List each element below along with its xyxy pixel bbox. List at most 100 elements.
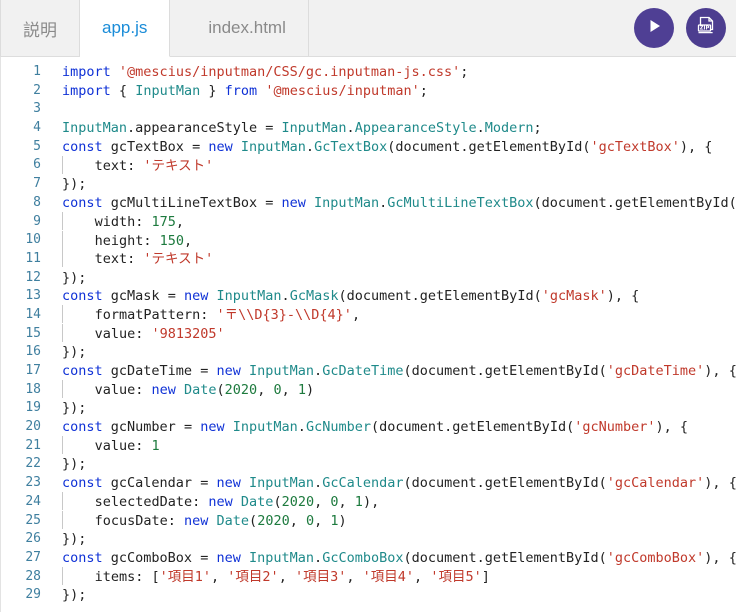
code-text: focusDate: new Date(2020, 0, 1) — [47, 511, 736, 531]
line-number: 20 — [25, 419, 41, 435]
code-line: 15 value: '9813205' — [1, 324, 736, 344]
code-text: const gcTextBox = new InputMan.GcTextBox… — [62, 138, 713, 155]
code-text: items: ['項目1', '項目2', '項目3', '項目4', '項目5… — [47, 567, 736, 587]
code-line: 22}); — [1, 455, 736, 474]
tabbar-spacer — [309, 0, 634, 56]
line-number: 4 — [33, 120, 41, 136]
code-text: const gcMask = new InputMan.GcMask(docum… — [62, 288, 640, 305]
line-number: 2 — [33, 82, 41, 98]
code-text: value: 1 — [47, 436, 736, 456]
play-icon — [644, 16, 664, 41]
line-number: 14 — [25, 306, 41, 322]
line-number: 13 — [25, 288, 41, 304]
code-line: 2 import { InputMan } from '@mescius/inpu… — [1, 82, 736, 101]
svg-text:ZIP: ZIP — [700, 25, 710, 31]
code-editor[interactable]: 1 import '@mescius/inputman/CSS/gc.inputm… — [0, 57, 736, 612]
code-line: 18 value: new Date(2020, 0, 1) — [1, 380, 736, 400]
code-text: }); — [62, 269, 87, 286]
code-text: }); — [62, 176, 87, 193]
code-line: 10 height: 150, — [1, 230, 736, 251]
tab-app-js[interactable]: app.js — [80, 0, 171, 57]
run-button[interactable] — [634, 8, 674, 48]
zip-download-icon: ZIP — [694, 14, 718, 43]
code-text: }); — [62, 531, 87, 548]
line-number: 3 — [33, 101, 41, 117]
code-line: 25 focusDate: new Date(2020, 0, 1) — [1, 511, 736, 531]
line-number: 12 — [25, 269, 41, 285]
code-text: const gcNumber = new InputMan.GcNumber(d… — [62, 419, 689, 436]
code-line: 8 const gcMultiLineTextBox = new InputMan… — [1, 194, 736, 213]
line-number: 23 — [25, 475, 41, 491]
code-text: import { InputMan } from '@mescius/input… — [62, 82, 428, 99]
line-number: 9 — [33, 213, 41, 229]
code-text: value: new Date(2020, 0, 1) — [47, 380, 736, 400]
line-number: 8 — [33, 194, 41, 210]
line-number: 10 — [25, 232, 41, 248]
code-text: text: 'テキスト' — [47, 155, 736, 176]
download-zip-button[interactable]: ZIP — [686, 8, 726, 48]
line-number: 28 — [25, 568, 41, 584]
line-number: 5 — [33, 138, 41, 154]
code-line: 14 formatPattern: '〒\\D{3}-\\D{4}', — [1, 305, 736, 325]
code-line: 12}); — [1, 269, 736, 288]
code-line: 24 selectedDate: new Date(2020, 0, 1), — [1, 492, 736, 512]
tab-index-html[interactable]: index.html — [170, 0, 309, 56]
code-text: const gcCalendar = new InputMan.GcCalend… — [62, 475, 736, 492]
tab-description[interactable]: 説明 — [0, 0, 80, 56]
line-number: 19 — [25, 400, 41, 416]
code-line: 16}); — [1, 343, 736, 362]
tab-description-label: 説明 — [23, 20, 57, 40]
code-text: const gcDateTime = new InputMan.GcDateTi… — [62, 363, 736, 379]
code-text: }); — [62, 344, 87, 361]
line-number: 21 — [25, 437, 41, 453]
line-number: 11 — [25, 250, 41, 266]
line-number: 22 — [25, 456, 41, 472]
code-line: 20 const gcNumber = new InputMan.GcNumber… — [1, 418, 736, 437]
tabbar-actions: ZIP — [634, 0, 736, 56]
code-lines: 1 import '@mescius/inputman/CSS/gc.inputm… — [1, 57, 736, 605]
code-text: formatPattern: '〒\\D{3}-\\D{4}', — [47, 305, 736, 325]
code-line: 27 const gcComboBox = new InputMan.GcComb… — [1, 549, 736, 568]
code-text: }); — [62, 587, 87, 604]
line-number: 15 — [25, 325, 41, 341]
line-number: 1 — [33, 64, 41, 79]
code-text: const gcComboBox = new InputMan.GcComboB… — [62, 549, 736, 566]
code-line: 3 — [1, 100, 736, 119]
code-line: 9 width: 175, — [1, 212, 736, 232]
line-number: 6 — [33, 157, 41, 173]
code-text: }); — [62, 400, 87, 417]
line-number: 18 — [25, 381, 41, 397]
code-line: 7}); — [1, 175, 736, 194]
line-number: 16 — [25, 344, 41, 360]
tab-index-html-label: index.html — [208, 18, 286, 37]
code-text: selectedDate: new Date(2020, 0, 1), — [47, 492, 736, 512]
code-text: }); — [62, 456, 87, 473]
line-number: 7 — [33, 176, 41, 192]
code-line: 28 items: ['項目1', '項目2', '項目3', '項目4', '… — [1, 567, 736, 587]
code-line: 21 value: 1 — [1, 436, 736, 456]
code-line: 13 const gcMask = new InputMan.GcMask(doc… — [1, 287, 736, 306]
code-line: 26}); — [1, 530, 736, 549]
code-text: width: 175, — [47, 212, 736, 232]
code-line: 19}); — [1, 399, 736, 418]
code-text: height: 150, — [47, 230, 736, 251]
code-line: 17 const gcDateTime = new InputMan.GcDate… — [1, 362, 736, 381]
line-number: 26 — [25, 531, 41, 547]
code-text: text: 'テキスト' — [47, 249, 736, 269]
code-line: 23 const gcCalendar = new InputMan.GcCale… — [1, 474, 736, 493]
line-number: 24 — [25, 493, 41, 509]
code-line: 6 text: 'テキスト' — [1, 155, 736, 176]
code-text: InputMan.appearanceStyle = InputMan.Appe… — [62, 120, 542, 137]
code-text: const gcMultiLineTextBox = new InputMan.… — [62, 194, 736, 211]
code-line: 4 InputMan.appearanceStyle = InputMan.App… — [1, 119, 736, 138]
editor-tabbar: 説明 app.js index.html ZIP — [0, 0, 736, 57]
line-number: 17 — [25, 363, 41, 378]
line-number: 29 — [25, 587, 41, 603]
tab-list: 説明 app.js index.html — [0, 0, 309, 57]
tab-app-js-label: app.js — [102, 18, 148, 37]
code-line: 1 import '@mescius/inputman/CSS/gc.inputm… — [1, 63, 736, 82]
code-text: value: '9813205' — [47, 324, 736, 344]
line-number: 27 — [25, 549, 41, 565]
code-text: import '@mescius/inputman/CSS/gc.inputma… — [62, 64, 469, 80]
code-line: 11 text: 'テキスト' — [1, 249, 736, 269]
